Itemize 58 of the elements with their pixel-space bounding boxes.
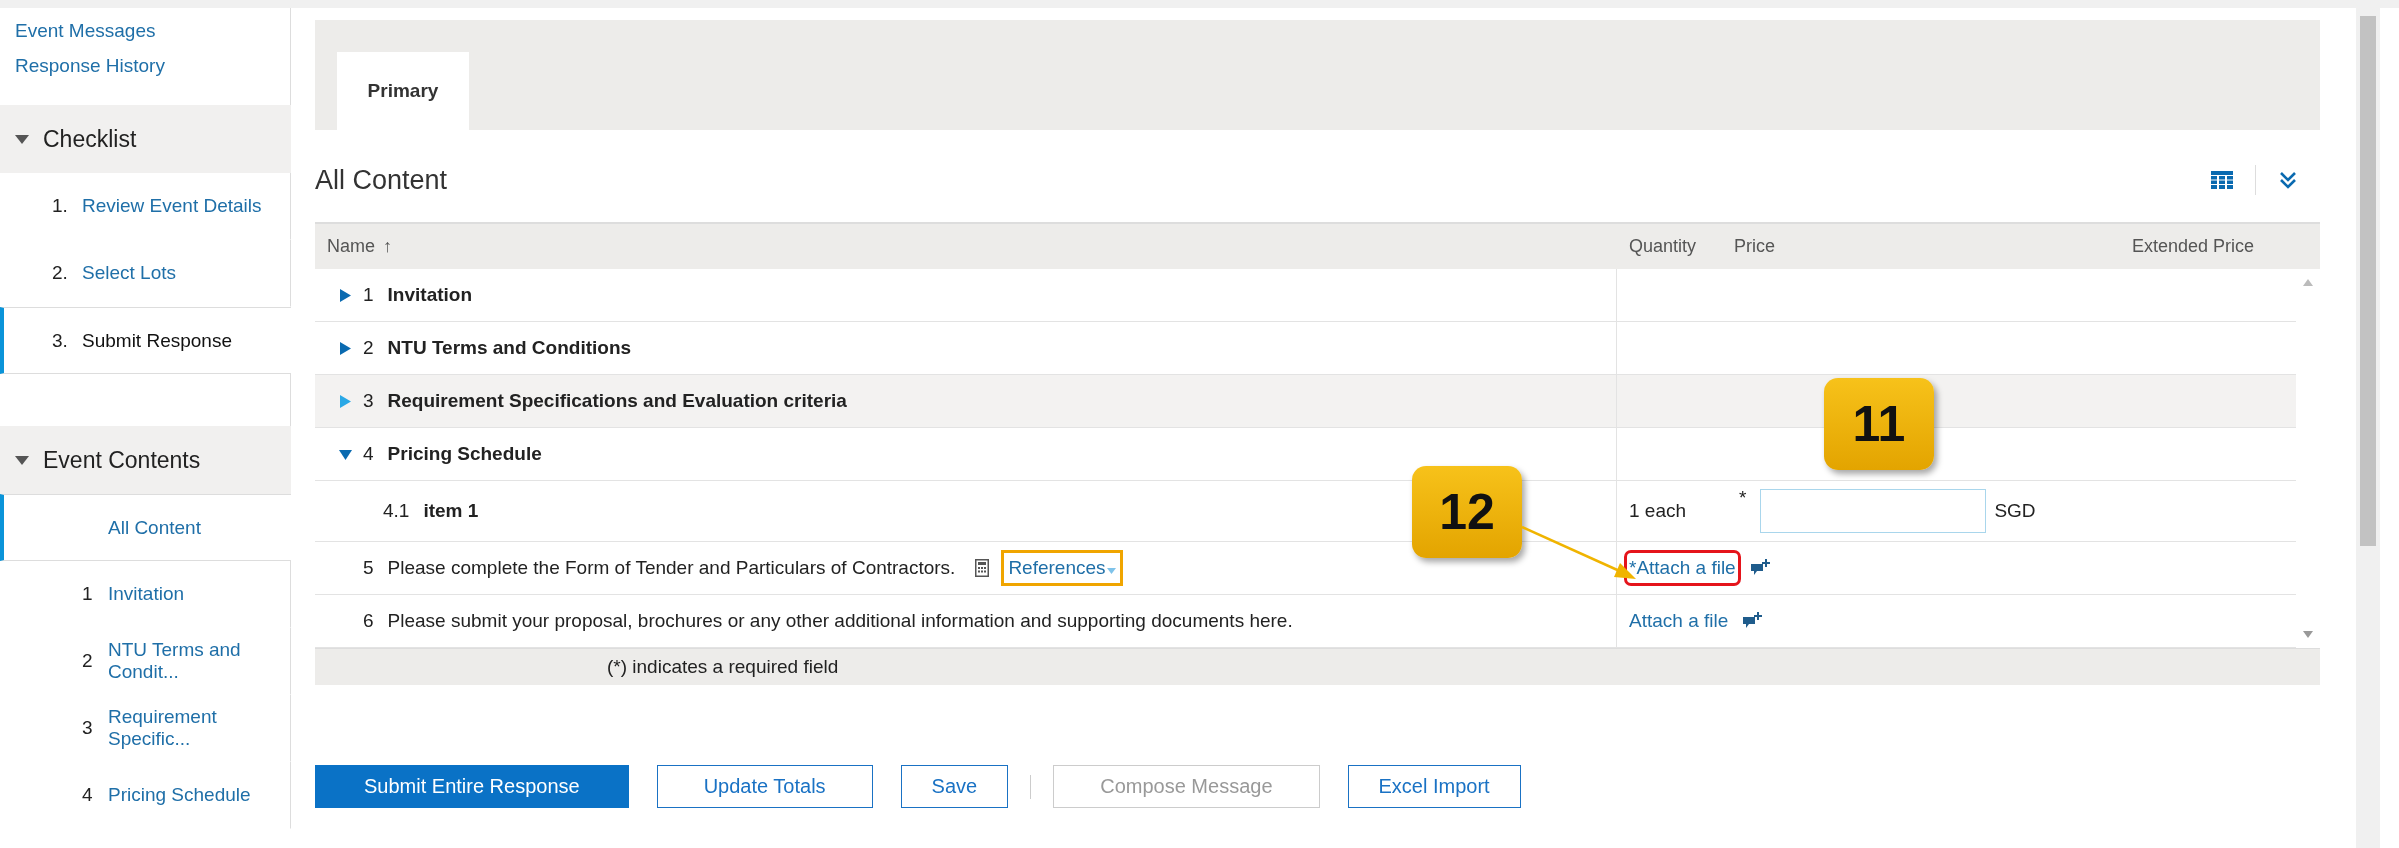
row-label: NTU Terms and Conditions <box>387 337 632 359</box>
add-comment-icon[interactable] <box>1750 559 1771 577</box>
section-title: All Content <box>315 164 448 196</box>
scroll-down-icon[interactable] <box>2303 631 2313 638</box>
callout-badge: 11 <box>1824 378 1934 470</box>
sort-icon[interactable]: ↑ <box>383 236 392 257</box>
currency-text: SGD <box>1994 500 2036 522</box>
caret-icon[interactable] <box>339 447 352 461</box>
row-label: Please complete the Form of Tender and Particulars of Contractors. <box>387 557 956 579</box>
sidebar-item[interactable]: 2. Select Lots <box>0 240 291 307</box>
sidebar-item[interactable]: 4 Pricing Schedule <box>0 762 291 829</box>
row-label: Requirement Specifications and Evaluation criteria <box>387 390 847 412</box>
action-button[interactable]: Excel Import <box>1347 765 1521 808</box>
sidebar-link[interactable]: Event Messages <box>15 20 275 42</box>
scrollbar[interactable] <box>2356 8 2380 848</box>
caret-icon[interactable] <box>339 288 352 302</box>
table-icon[interactable] <box>2211 171 2233 189</box>
references-link[interactable]: References <box>1001 550 1123 586</box>
sidebar-item[interactable]: All Content <box>0 494 291 561</box>
caret-icon[interactable] <box>15 132 29 146</box>
sidebar-item[interactable]: 1 Invitation <box>0 561 291 628</box>
row-number: 4 <box>363 443 374 465</box>
caret-icon[interactable] <box>15 453 29 467</box>
row-number: 6 <box>363 610 374 632</box>
attach-file-link[interactable]: Attach a file <box>1624 603 1734 639</box>
tab[interactable]: Primary <box>337 52 469 130</box>
section-header[interactable]: Checklist <box>0 105 291 173</box>
row-label: Please submit your proposal, brochures or any other additional information and supporting documents here. <box>387 610 1293 632</box>
row-label: Pricing Schedule <box>387 443 542 465</box>
expand-chevron-icon[interactable] <box>2278 170 2298 190</box>
column-header[interactable]: Name <box>327 236 375 257</box>
row-number: 3 <box>363 390 374 412</box>
row-number: 5 <box>363 557 374 579</box>
column-header[interactable]: Quantity <box>1629 236 1697 257</box>
row-number: 2 <box>363 337 374 359</box>
caret-icon[interactable] <box>339 341 352 355</box>
column-header[interactable]: Extended Price <box>2131 236 2254 257</box>
calculator-icon[interactable] <box>975 559 990 577</box>
row-number: 1 <box>363 284 374 306</box>
section-title: Checklist <box>43 125 137 153</box>
column-header[interactable]: Price <box>1734 236 1776 257</box>
sidebar-item[interactable]: 1. Review Event Details <box>0 173 291 240</box>
price-field[interactable] <box>1760 489 1987 533</box>
row-label: Invitation <box>387 284 473 306</box>
sidebar-link[interactable]: Response History <box>15 55 275 77</box>
required-mark: * <box>1739 487 1747 509</box>
sidebar-item[interactable]: 3. Submit Response <box>0 307 291 374</box>
section-title: Event Contents <box>43 446 201 474</box>
callout-badge: 12 <box>1412 466 1522 558</box>
add-comment-icon[interactable] <box>1743 612 1764 630</box>
section-header[interactable]: Event Contents <box>0 426 291 494</box>
action-button[interactable]: Submit Entire Response <box>315 765 629 808</box>
quantity-text: 1 each <box>1629 500 1688 522</box>
row-label: item 1 <box>423 500 479 522</box>
action-button[interactable]: Update Totals <box>656 765 873 808</box>
required-note: (*) indicates a required field <box>607 656 839 678</box>
action-button[interactable]: Save <box>900 765 1009 808</box>
row-number: 4.1 <box>383 500 410 522</box>
